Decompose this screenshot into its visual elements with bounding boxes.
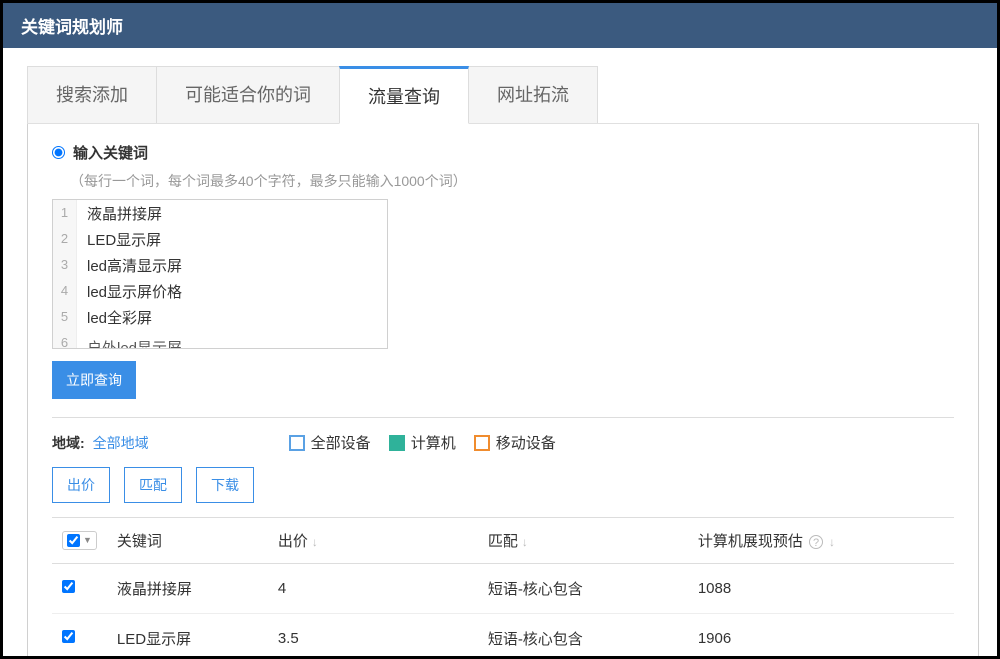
filter-row: 地域: 全部地域 全部设备 计算机 移动设备 (52, 417, 954, 467)
download-button[interactable]: 下载 (196, 467, 254, 503)
region-label: 地域: (52, 433, 85, 453)
cell-match: 短语-核心包含 (478, 564, 688, 614)
col-bid[interactable]: 出价↓ (268, 518, 478, 564)
sort-icon: ↓ (522, 535, 528, 549)
cell-keyword: 液晶拼接屏 (107, 564, 268, 614)
chevron-down-icon[interactable]: ▼ (83, 535, 92, 545)
cell-bid: 3.5 (268, 614, 478, 659)
editor-line: 5 led全彩屏 (53, 304, 387, 330)
device-mobile[interactable]: 移动设备 (474, 432, 556, 453)
help-icon[interactable]: ? (809, 535, 823, 549)
input-keywords-label: 输入关键词 (73, 142, 148, 163)
line-number: 4 (53, 278, 77, 304)
cell-impressions: 1088 (688, 564, 954, 614)
editor-line: 6 户外led显示屏 (53, 330, 387, 349)
row-checkbox[interactable] (62, 580, 75, 593)
col-impressions[interactable]: 计算机展现预估 ?↓ (688, 518, 954, 564)
cell-match: 短语-核心包含 (478, 614, 688, 659)
line-number: 6 (53, 330, 77, 349)
square-icon (474, 435, 490, 451)
sort-icon: ↓ (829, 535, 835, 549)
main-tabs: 搜索添加 可能适合你的词 流量查询 网址拓流 (27, 66, 979, 124)
select-all-checkbox[interactable] (67, 534, 80, 547)
editor-line: 1 液晶拼接屏 (53, 200, 387, 226)
cell-impressions: 1906 (688, 614, 954, 659)
tab-traffic-query[interactable]: 流量查询 (339, 66, 469, 124)
keywords-editor[interactable]: 1 液晶拼接屏 2 LED显示屏 3 led高清显示屏 4 led显示屏价格 5 (52, 199, 388, 349)
line-number: 5 (53, 304, 77, 330)
editor-line: 3 led高清显示屏 (53, 252, 387, 278)
match-button[interactable]: 匹配 (124, 467, 182, 503)
editor-line: 2 LED显示屏 (53, 226, 387, 252)
cell-bid: 4 (268, 564, 478, 614)
line-number: 2 (53, 226, 77, 252)
input-keywords-radio[interactable] (52, 146, 65, 159)
action-buttons: 出价 匹配 下载 (52, 467, 954, 517)
col-match[interactable]: 匹配↓ (478, 518, 688, 564)
keyword-text[interactable]: LED显示屏 (77, 229, 161, 250)
line-number: 1 (53, 200, 77, 226)
tab-url-expand[interactable]: 网址拓流 (468, 66, 598, 123)
col-select-all[interactable]: ▼ (52, 518, 107, 564)
line-number: 3 (53, 252, 77, 278)
table-row: LED显示屏 3.5 短语-核心包含 1906 (52, 614, 954, 659)
editor-line: 4 led显示屏价格 (53, 278, 387, 304)
device-legend: 全部设备 计算机 移动设备 (289, 432, 556, 453)
region-selector[interactable]: 全部地域 (93, 433, 149, 453)
square-icon (289, 435, 305, 451)
query-panel: 输入关键词 （每行一个词，每个词最多40个字符，最多只能输入1000个词） 1 … (27, 124, 979, 659)
keyword-text[interactable]: led高清显示屏 (77, 255, 182, 276)
sort-icon: ↓ (312, 535, 318, 549)
keyword-text[interactable]: 液晶拼接屏 (77, 203, 162, 224)
query-button[interactable]: 立即查询 (52, 361, 136, 399)
input-hint: （每行一个词，每个词最多40个字符，最多只能输入1000个词） (70, 171, 954, 191)
device-pc[interactable]: 计算机 (389, 432, 456, 453)
app-title: 关键词规划师 (3, 3, 997, 48)
cell-keyword: LED显示屏 (107, 614, 268, 659)
keyword-text[interactable]: led全彩屏 (77, 307, 152, 328)
keyword-text[interactable]: 户外led显示屏 (77, 337, 182, 350)
keyword-text[interactable]: led显示屏价格 (77, 281, 182, 302)
row-checkbox[interactable] (62, 630, 75, 643)
tab-suggested[interactable]: 可能适合你的词 (156, 66, 340, 123)
device-all[interactable]: 全部设备 (289, 432, 371, 453)
table-row: 液晶拼接屏 4 短语-核心包含 1088 (52, 564, 954, 614)
tab-search-add[interactable]: 搜索添加 (27, 66, 157, 123)
bid-button[interactable]: 出价 (52, 467, 110, 503)
results-table: ▼ 关键词 出价↓ 匹配↓ 计算机展现预估 ?↓ 液晶拼接屏 4 短语-核心包含 (52, 517, 954, 659)
square-icon (389, 435, 405, 451)
col-keyword[interactable]: 关键词 (107, 518, 268, 564)
